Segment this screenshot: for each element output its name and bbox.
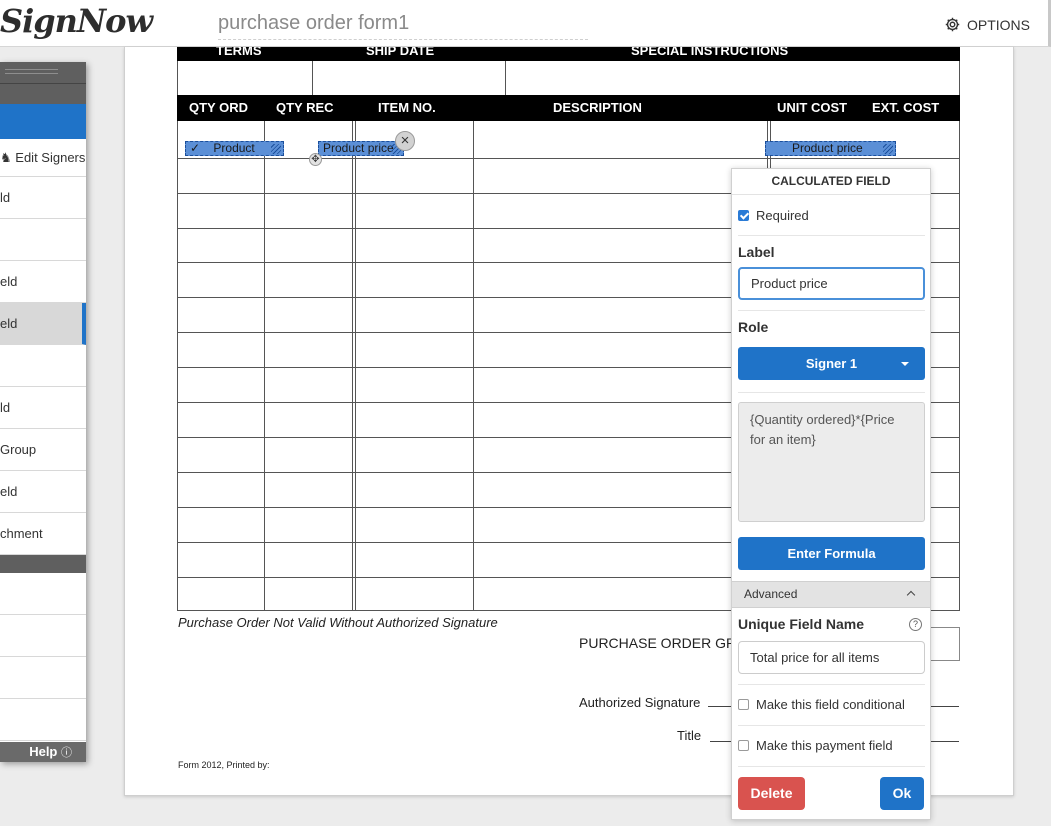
options-button[interactable]: OPTIONS [944, 16, 1030, 33]
footer-note: Purchase Order Not Valid Without Authori… [178, 615, 498, 630]
sidebar-item-3[interactable]: eld [0, 261, 86, 303]
authorized-signature-label: Authorized Signature [579, 695, 701, 710]
unique-name-heading: Unique Field Name [738, 616, 865, 632]
conditional-label: Make this field conditional [756, 697, 905, 712]
sidebar-item-calculated-field[interactable]: eld [0, 303, 86, 345]
item-no-header: ITEM NO. [378, 100, 436, 115]
sidebar-item-edit-signers[interactable]: ♞ Edit Signers [0, 139, 86, 177]
product-price-field-label-2: Product price [792, 141, 863, 155]
conditional-checkbox[interactable] [738, 699, 749, 710]
sidebar-lower-item-1[interactable] [0, 573, 86, 615]
sidebar-lower-item-2[interactable] [0, 615, 86, 657]
advanced-label: Advanced [744, 587, 798, 601]
sidebar-item-6[interactable]: ld [0, 387, 86, 429]
conditional-checkbox-row[interactable]: Make this field conditional [738, 697, 905, 712]
required-checkbox-row[interactable]: Required [738, 208, 809, 223]
sidebar-item-8[interactable]: eld [0, 471, 86, 513]
caret-down-icon [901, 362, 909, 366]
sidebar-band-2 [0, 555, 86, 573]
payment-checkbox[interactable] [738, 740, 749, 751]
title-label: Title [677, 728, 702, 743]
product-field-label: Product [213, 141, 255, 155]
help-icon: ⓘ [61, 747, 72, 759]
panel-title: CALCULATED FIELD [732, 169, 930, 195]
form-printed-note: Form 2012, Printed by: [178, 760, 270, 770]
help-label: Help [29, 744, 58, 759]
required-checkbox[interactable] [738, 210, 749, 221]
document-title[interactable]: purchase order form1 [218, 12, 588, 40]
sidebar-item-attachment[interactable]: chment [0, 513, 86, 555]
product-price-field-selected[interactable]: Product price [318, 141, 404, 156]
payment-label: Make this payment field [756, 738, 893, 753]
qty-rec-header: QTY REC [276, 100, 334, 115]
sidebar-drag-handle[interactable] [0, 62, 86, 84]
resize-handle-icon[interactable] [271, 144, 281, 154]
payment-checkbox-row[interactable]: Make this payment field [738, 738, 893, 753]
help-button[interactable]: Help ⓘ [0, 742, 86, 762]
product-price-field[interactable]: Product price [765, 141, 896, 156]
sidebar-item-1[interactable]: ld [0, 177, 86, 219]
person-icon: ♞ [0, 150, 12, 165]
formula-textarea[interactable]: {Quantity ordered}*{Price for an item} [738, 402, 925, 522]
enter-formula-button[interactable]: Enter Formula [738, 537, 925, 570]
unit-cost-header: UNIT COST [777, 100, 848, 115]
description-header: DESCRIPTION [553, 100, 642, 115]
special-instructions-header: SPECIAL INSTRUCTIONS [631, 47, 789, 58]
advanced-toggle[interactable]: Advanced [732, 581, 930, 608]
terms-header-bar: TERMS SHIP DATE SPECIAL INSTRUCTIONS [177, 47, 960, 61]
terms-header: TERMS [216, 47, 262, 58]
sidebar-item-2[interactable] [0, 219, 86, 261]
move-handle-icon[interactable]: ✥ [309, 153, 322, 166]
calculated-field-panel: CALCULATED FIELD Required Label Product … [731, 168, 931, 820]
ship-date-header: SHIP DATE [366, 47, 435, 58]
role-select[interactable]: Signer 1 [738, 347, 925, 380]
sidebar-item-5[interactable] [0, 345, 86, 387]
check-icon: ✓ [190, 141, 201, 155]
gear-icon [945, 17, 960, 32]
sidebar-lower-item-4[interactable] [0, 699, 86, 741]
delete-button[interactable]: Delete [738, 777, 805, 810]
sidebar-blue-header[interactable] [0, 104, 86, 139]
sidebar-item-group[interactable]: Group [0, 429, 86, 471]
label-heading: Label [738, 244, 775, 260]
role-heading: Role [738, 319, 769, 335]
product-price-field-label: Product price [323, 141, 394, 155]
help-question-icon[interactable]: ? [909, 618, 922, 631]
ok-button[interactable]: Ok [880, 777, 924, 810]
role-value: Signer 1 [805, 356, 858, 371]
grand-total-label: PURCHASE ORDER GRA [579, 635, 746, 651]
top-bar: SignNow purchase order form1 OPTIONS [0, 0, 1051, 47]
edit-signers-label: ♞ Edit Signers [0, 150, 86, 165]
signnow-logo[interactable]: SignNow [0, 2, 153, 40]
required-label: Required [756, 208, 809, 223]
close-icon[interactable]: × [395, 131, 415, 151]
sidebar-lower-item-3[interactable] [0, 657, 86, 699]
product-field[interactable]: ✓ Product [185, 141, 284, 156]
label-input[interactable]: Product price [738, 267, 925, 300]
qty-ord-header: QTY ORD [189, 100, 248, 115]
left-sidebar: ♞ Edit Signers ld eld eld ld Group eld c… [0, 62, 86, 762]
chevron-up-icon [906, 590, 916, 600]
resize-handle-icon[interactable] [883, 144, 893, 154]
items-header-bar: QTY ORD QTY REC ITEM NO. DESCRIPTION UNI… [177, 95, 960, 121]
sidebar-band [0, 84, 86, 104]
options-label: OPTIONS [966, 16, 1030, 33]
unique-name-input[interactable]: Total price for all items [738, 641, 925, 674]
ext-cost-header: EXT. COST [872, 100, 940, 115]
